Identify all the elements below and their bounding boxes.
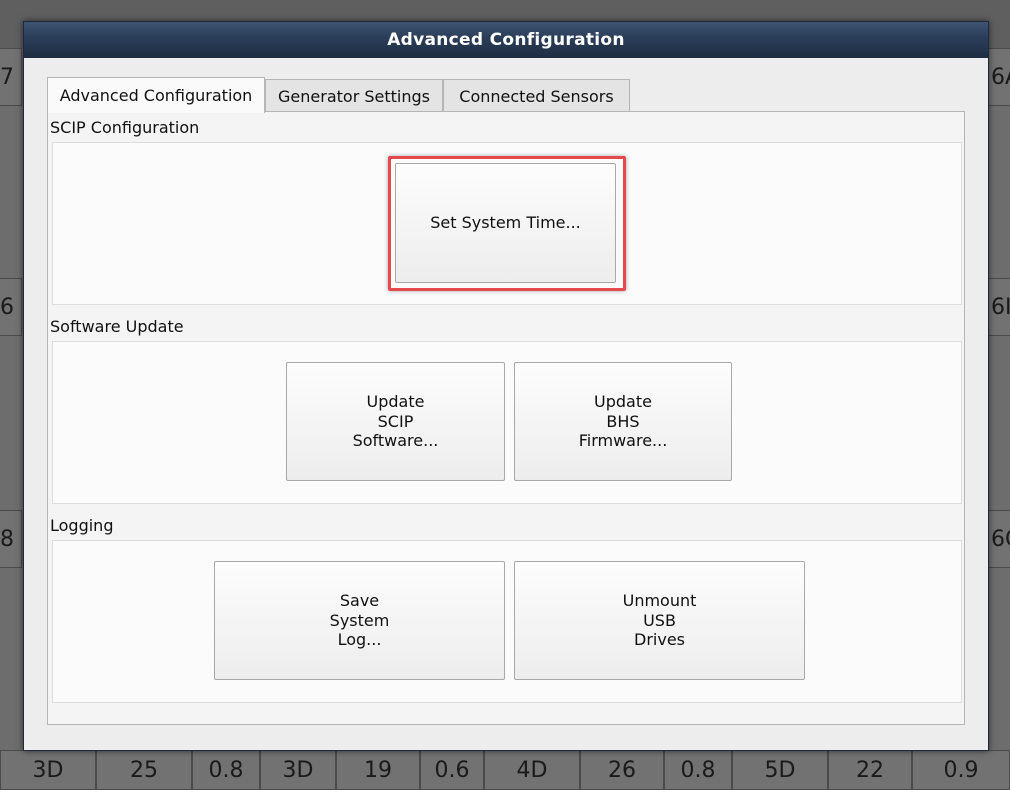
background-cell: 0.6 <box>420 750 484 790</box>
tab-connected-sensors[interactable]: Connected Sensors <box>443 79 630 112</box>
background-cell: 5D <box>732 750 828 790</box>
scip-configuration-section: Set System Time... <box>52 142 962 305</box>
button-label-line: Update <box>594 392 652 412</box>
background-cell: 19 <box>336 750 420 790</box>
button-label-line: Drives <box>634 630 685 650</box>
background-cell: 8 <box>0 510 22 568</box>
tab-generator-settings[interactable]: Generator Settings <box>265 79 443 112</box>
button-label-line: Firmware... <box>578 431 668 451</box>
background-cell: 0.8 <box>192 750 260 790</box>
dialog-title: Advanced Configuration <box>387 30 625 50</box>
section-label-software-update: Software Update <box>50 317 184 336</box>
advanced-configuration-dialog: Advanced Configuration Advanced Configur… <box>23 21 989 751</box>
background-cell: 26 <box>580 750 664 790</box>
background-cell: 22 <box>828 750 912 790</box>
background-cell: 3D <box>260 750 336 790</box>
save-system-log-button[interactable]: Save System Log... <box>214 561 505 680</box>
background-cell: 6A <box>988 48 1010 106</box>
software-update-section: Update SCIP Software... Update BHS Firmw… <box>52 341 962 504</box>
button-label-line: BHS <box>606 411 640 431</box>
selection-highlight <box>388 156 626 291</box>
tab-advanced-configuration[interactable]: Advanced Configuration <box>47 77 265 113</box>
update-scip-software-button[interactable]: Update SCIP Software... <box>286 362 505 481</box>
background-cell: 6C <box>988 510 1010 568</box>
section-label-scip-configuration: SCIP Configuration <box>50 118 200 137</box>
button-label-line: System <box>329 610 390 630</box>
background-cell: 4D <box>484 750 580 790</box>
button-label-line: Log... <box>337 630 382 650</box>
background-cell: 0.8 <box>664 750 732 790</box>
update-bhs-firmware-button[interactable]: Update BHS Firmware... <box>514 362 732 481</box>
dialog-title-bar[interactable]: Advanced Configuration <box>24 22 988 58</box>
background-cell: 6 <box>0 278 22 336</box>
unmount-usb-drives-button[interactable]: Unmount USB Drives <box>514 561 805 680</box>
button-label-line: Update <box>366 392 425 412</box>
section-label-logging: Logging <box>50 516 114 535</box>
button-label-line: Software... <box>352 431 439 451</box>
tab-label: Connected Sensors <box>459 86 614 106</box>
tab-label: Advanced Configuration <box>59 86 253 105</box>
button-label-line: Save <box>339 591 380 611</box>
advanced-configuration-panel: SCIP Configuration Set System Time... So… <box>47 111 965 725</box>
tab-label: Generator Settings <box>278 86 430 106</box>
background-cell: 0.9 <box>912 750 1010 790</box>
button-label-line: Unmount <box>622 591 697 611</box>
background-cell: 3D <box>0 750 96 790</box>
background-cell: 25 <box>96 750 192 790</box>
logging-section: Save System Log... Unmount USB Drives <box>52 540 962 703</box>
button-label-line: SCIP <box>377 411 414 431</box>
background-cell: 7 <box>0 48 22 106</box>
button-label-line: USB <box>643 610 676 630</box>
background-cell: 6I <box>988 278 1010 336</box>
